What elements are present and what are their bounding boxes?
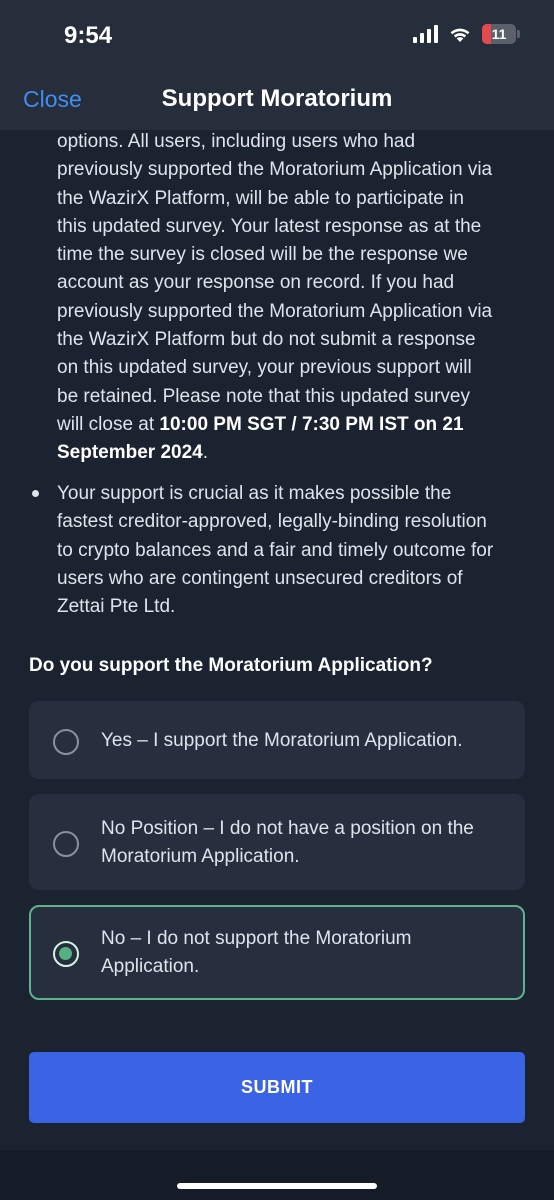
status-time: 9:54	[64, 22, 113, 49]
submit-button[interactable]: SUBMIT	[29, 1052, 525, 1123]
text-line: Zettai Pte Ltd.	[57, 596, 176, 618]
deadline-text: 10:00 PM SGT / 7:30 PM IST on 21	[159, 413, 464, 435]
option-label-line: Yes – I support the Moratorium Applicati…	[101, 730, 463, 751]
text-line: the WazirX Platform, will be able to par…	[57, 187, 464, 209]
text-line: the WazirX Platform but do not submit a …	[57, 329, 476, 351]
text-line: account as your response on record. If y…	[57, 272, 455, 294]
radio-checked-icon[interactable]	[53, 941, 79, 967]
text-line: users who are contingent unsecured credi…	[57, 567, 463, 589]
option-no-position[interactable]: No Position – I do not have a position o…	[29, 794, 525, 890]
option-label: No – I do not support the Moratorium App…	[101, 925, 511, 981]
paragraph-text: Your support is crucial as it makes poss…	[57, 480, 532, 621]
survey-question: Do you support the Moratorium Applicatio…	[29, 655, 433, 676]
text-line: on this updated survey, your previous su…	[57, 357, 472, 379]
option-no[interactable]: No – I do not support the Moratorium App…	[29, 905, 525, 1000]
paragraph-text: options. All users, including users who …	[57, 128, 532, 468]
radio-unchecked-icon[interactable]	[53, 831, 79, 857]
text-line: previously supported the Moratorium Appl…	[57, 300, 493, 322]
text-line: Your support is crucial as it makes poss…	[57, 483, 452, 504]
option-yes[interactable]: Yes – I support the Moratorium Applicati…	[29, 701, 525, 779]
radio-dot	[59, 947, 72, 960]
page-title: Support Moratorium	[161, 85, 393, 112]
option-label: No Position – I do not have a position o…	[101, 815, 511, 871]
text-line: fastest creditor-approved, legally-bindi…	[57, 511, 487, 533]
text-line: September 2024.	[57, 439, 532, 467]
text-line: options. All users, including users who …	[57, 131, 416, 152]
option-label-line: No – I do not support the Moratorium	[101, 928, 412, 949]
text-line: to crypto balances and a fair and timely…	[57, 539, 494, 561]
bottom-bar	[0, 1150, 554, 1200]
text-line: time the survey is closed will be the re…	[57, 244, 468, 266]
cellular-signal-icon	[413, 25, 438, 43]
text-line: previously supported the Moratorium Appl…	[57, 159, 493, 181]
option-label-line: Application.	[101, 956, 200, 977]
text-line: this updated survey. Your latest respons…	[57, 215, 482, 237]
radio-unchecked-icon[interactable]	[53, 729, 79, 755]
home-indicator[interactable]	[177, 1183, 377, 1189]
battery-icon: 11	[482, 24, 520, 44]
text-span: .	[202, 442, 209, 464]
text-line: will close at 10:00 PM SGT / 7:30 PM IST…	[57, 411, 532, 439]
bullet-icon	[32, 490, 39, 497]
option-label: Yes – I support the Moratorium Applicati…	[101, 727, 511, 755]
status-bar: 9:54 11	[0, 0, 554, 70]
nav-bar: Close Support Moratorium	[0, 70, 554, 130]
option-label-line: Moratorium Application.	[101, 846, 300, 867]
text-line: be retained. Please note that this updat…	[57, 385, 470, 407]
status-icons: 11	[413, 24, 520, 44]
deadline-date: September 2024	[57, 442, 203, 464]
wifi-icon	[450, 28, 470, 42]
battery-level: 11	[491, 26, 507, 42]
text-span: will close at	[57, 413, 160, 435]
option-label-line: No Position – I do not have a position o…	[101, 818, 474, 839]
